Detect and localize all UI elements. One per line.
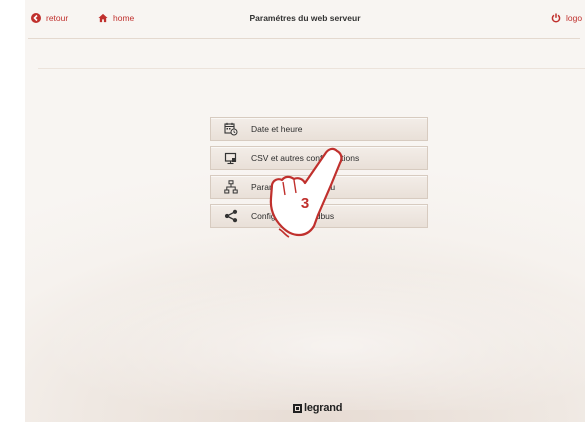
- top-bar: retour home Paramétres du web serveur lo…: [25, 0, 585, 39]
- menu-item-date-time[interactable]: Date et heure: [210, 117, 428, 141]
- monitor-icon: [221, 151, 241, 165]
- menu-item-label: CSV et autres configurations: [251, 153, 360, 163]
- settings-menu: Date et heure CSV et autres configuratio…: [210, 117, 428, 233]
- legrand-logo: legrand: [293, 402, 343, 414]
- legrand-logo-mark-icon: [293, 403, 302, 413]
- menu-item-label: Paramètres de réseau: [251, 182, 336, 192]
- page-title: Paramétres du web serveur: [249, 13, 361, 23]
- subheader-divider: [38, 68, 585, 69]
- menu-item-label: Configuration Modbus: [251, 211, 335, 221]
- menu-item-csv-config[interactable]: CSV et autres configurations: [210, 146, 428, 170]
- menu-item-modbus-config[interactable]: Configuration Modbus: [210, 204, 428, 228]
- header-divider: [28, 38, 580, 39]
- page-background: retour home Paramétres du web serveur lo…: [25, 0, 585, 422]
- calendar-clock-icon: [221, 122, 241, 136]
- brand-name: legrand: [304, 402, 343, 414]
- logout-link[interactable]: logo: [551, 13, 582, 23]
- network-icon: [221, 180, 241, 194]
- menu-item-label: Date et heure: [251, 124, 303, 134]
- share-icon: [221, 209, 241, 223]
- power-icon: [551, 13, 561, 23]
- logout-label: logo: [566, 13, 583, 23]
- menu-item-network-settings[interactable]: Paramètres de réseau: [210, 175, 428, 199]
